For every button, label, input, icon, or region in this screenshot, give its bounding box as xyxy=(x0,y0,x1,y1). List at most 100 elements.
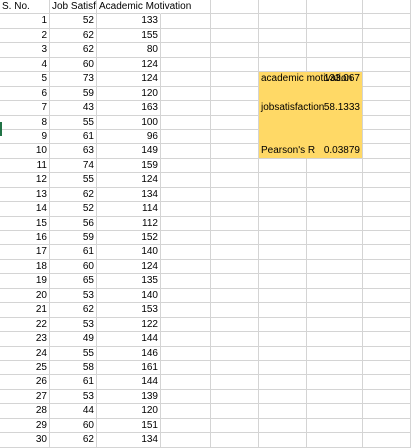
row-job-satisfaction[interactable]: 61 xyxy=(50,375,97,390)
cell[interactable] xyxy=(211,43,259,58)
cell[interactable] xyxy=(307,245,363,260)
cell[interactable] xyxy=(363,86,411,102)
cell[interactable] xyxy=(211,216,259,231)
cell[interactable] xyxy=(307,418,363,434)
row-academic-motivation[interactable]: 133 xyxy=(97,14,161,29)
cell[interactable] xyxy=(363,418,411,434)
cell[interactable] xyxy=(211,86,259,102)
cell[interactable] xyxy=(161,288,211,304)
cell[interactable] xyxy=(211,375,259,390)
cell[interactable] xyxy=(363,144,411,159)
row-job-satisfaction[interactable]: 52 xyxy=(50,14,97,29)
cell[interactable] xyxy=(363,101,411,116)
cell[interactable] xyxy=(363,187,411,203)
cell[interactable] xyxy=(211,389,259,405)
cell[interactable] xyxy=(161,332,211,347)
row-sno[interactable]: 28 xyxy=(0,404,50,419)
cell[interactable] xyxy=(363,404,411,419)
row-academic-motivation[interactable]: 161 xyxy=(97,360,161,376)
cell[interactable] xyxy=(363,288,411,304)
cell[interactable] xyxy=(161,216,211,231)
row-academic-motivation[interactable]: 155 xyxy=(97,28,161,44)
cell[interactable] xyxy=(259,418,307,434)
cell[interactable] xyxy=(161,389,211,405)
row-academic-motivation[interactable]: 120 xyxy=(97,404,161,419)
cell[interactable] xyxy=(161,418,211,434)
cell[interactable] xyxy=(161,57,211,73)
cell[interactable] xyxy=(363,346,411,361)
header-sno[interactable]: S. No. xyxy=(0,0,50,15)
cell[interactable] xyxy=(211,72,259,87)
cell[interactable] xyxy=(211,259,259,275)
row-academic-motivation[interactable]: 114 xyxy=(97,202,161,217)
cell[interactable] xyxy=(363,433,411,448)
cell[interactable] xyxy=(259,259,307,275)
cell[interactable] xyxy=(363,57,411,73)
row-sno[interactable]: 5 xyxy=(0,72,50,87)
cell[interactable] xyxy=(363,14,411,29)
cell[interactable] xyxy=(211,187,259,203)
cell[interactable] xyxy=(307,360,363,376)
cell[interactable] xyxy=(363,303,411,318)
row-job-satisfaction[interactable]: 44 xyxy=(50,404,97,419)
cell[interactable] xyxy=(307,332,363,347)
cell[interactable] xyxy=(363,389,411,405)
row-sno[interactable]: 12 xyxy=(0,173,50,188)
cell[interactable] xyxy=(161,259,211,275)
row-job-satisfaction[interactable]: 55 xyxy=(50,173,97,188)
cell[interactable] xyxy=(363,332,411,347)
cell[interactable] xyxy=(211,14,259,29)
row-sno[interactable]: 15 xyxy=(0,216,50,231)
cell[interactable] xyxy=(363,202,411,217)
cell[interactable] xyxy=(307,404,363,419)
cell[interactable] xyxy=(259,173,307,188)
cell[interactable] xyxy=(259,245,307,260)
row-job-satisfaction[interactable]: 59 xyxy=(50,86,97,102)
row-academic-motivation[interactable]: 100 xyxy=(97,115,161,130)
row-job-satisfaction[interactable]: 62 xyxy=(50,28,97,44)
row-job-satisfaction[interactable]: 53 xyxy=(50,389,97,405)
row-academic-motivation[interactable]: 163 xyxy=(97,101,161,116)
cell[interactable] xyxy=(307,346,363,361)
row-job-satisfaction[interactable]: 61 xyxy=(50,245,97,260)
row-sno[interactable]: 16 xyxy=(0,231,50,246)
cell[interactable] xyxy=(161,317,211,333)
cell[interactable] xyxy=(161,202,211,217)
cell[interactable] xyxy=(259,360,307,376)
cell[interactable] xyxy=(259,115,307,130)
row-job-satisfaction[interactable]: 53 xyxy=(50,317,97,333)
cell[interactable] xyxy=(259,288,307,304)
cell[interactable] xyxy=(307,173,363,188)
cell[interactable] xyxy=(363,115,411,130)
cell[interactable] xyxy=(363,317,411,333)
cell[interactable] xyxy=(211,57,259,73)
cell[interactable] xyxy=(259,86,307,102)
cell[interactable] xyxy=(307,57,363,73)
cell[interactable] xyxy=(161,101,211,116)
cell[interactable] xyxy=(211,144,259,159)
row-sno[interactable]: 18 xyxy=(0,259,50,275)
row-academic-motivation[interactable]: 151 xyxy=(97,418,161,434)
cell[interactable] xyxy=(161,28,211,44)
cell[interactable] xyxy=(161,375,211,390)
cell[interactable] xyxy=(211,303,259,318)
row-job-satisfaction[interactable]: 55 xyxy=(50,115,97,130)
cell[interactable] xyxy=(259,14,307,29)
row-sno[interactable]: 20 xyxy=(0,288,50,304)
cell[interactable] xyxy=(161,72,211,87)
row-job-satisfaction[interactable]: 58 xyxy=(50,360,97,376)
header-job-satisfaction[interactable]: Job Satisfactic xyxy=(50,0,97,15)
cell[interactable] xyxy=(161,360,211,376)
cell[interactable] xyxy=(363,28,411,44)
cell[interactable] xyxy=(363,375,411,390)
cell[interactable] xyxy=(259,129,307,145)
cell[interactable] xyxy=(307,259,363,275)
cell[interactable] xyxy=(363,245,411,260)
row-job-satisfaction[interactable]: 49 xyxy=(50,332,97,347)
cell[interactable] xyxy=(161,274,211,289)
row-sno[interactable]: 13 xyxy=(0,187,50,203)
cell[interactable] xyxy=(161,115,211,130)
cell[interactable] xyxy=(161,346,211,361)
row-academic-motivation[interactable]: 153 xyxy=(97,303,161,318)
cell[interactable] xyxy=(211,115,259,130)
